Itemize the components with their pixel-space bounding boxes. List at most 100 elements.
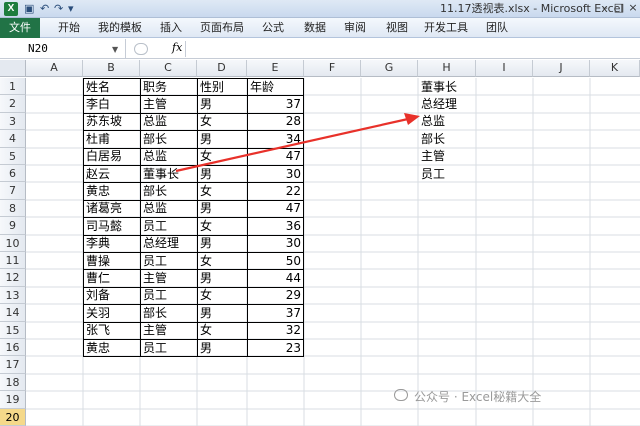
table-cell[interactable]: 37 bbox=[247, 304, 304, 322]
column-header-b[interactable]: B bbox=[83, 60, 140, 77]
column-header-h[interactable]: H bbox=[418, 60, 476, 77]
table-cell[interactable]: 30 bbox=[247, 234, 304, 252]
table-cell[interactable]: 男 bbox=[197, 130, 247, 148]
table-cell[interactable]: 关羽 bbox=[83, 304, 140, 322]
table-cell[interactable]: 男 bbox=[197, 199, 247, 217]
table-cell[interactable]: 总监 bbox=[140, 147, 197, 165]
table-cell[interactable]: 黄忠 bbox=[83, 182, 140, 200]
table-cell[interactable]: 赵云 bbox=[83, 165, 140, 183]
column-header-j[interactable]: J bbox=[533, 60, 590, 77]
row-header-10[interactable]: 10 bbox=[0, 234, 26, 252]
table-header-cell[interactable]: 年龄 bbox=[247, 78, 304, 96]
chevron-down-icon[interactable]: ▼ bbox=[112, 45, 118, 54]
table-cell[interactable]: 女 bbox=[197, 217, 247, 235]
table-cell[interactable]: 总经理 bbox=[140, 234, 197, 252]
undo-icon[interactable]: ↶ bbox=[40, 2, 49, 16]
row-header-1[interactable]: 1 bbox=[0, 78, 26, 96]
row-header-17[interactable]: 17 bbox=[0, 356, 26, 374]
select-all-corner[interactable] bbox=[0, 60, 26, 77]
customize-quick-access-icon[interactable]: ▾ bbox=[68, 2, 74, 16]
table-cell[interactable]: 女 bbox=[197, 286, 247, 304]
tab-team[interactable]: 团队 bbox=[480, 18, 514, 38]
row-header-19[interactable]: 19 bbox=[0, 391, 26, 409]
tab-data[interactable]: 数据 bbox=[298, 18, 332, 38]
row-header-16[interactable]: 16 bbox=[0, 339, 26, 357]
table-cell[interactable]: 员工 bbox=[140, 217, 197, 235]
table-cell[interactable]: 主管 bbox=[140, 95, 197, 113]
tab-formulas[interactable]: 公式 bbox=[256, 18, 290, 38]
row-header-18[interactable]: 18 bbox=[0, 373, 26, 392]
row-header-7[interactable]: 7 bbox=[0, 182, 26, 200]
table-cell[interactable]: 曹仁 bbox=[83, 269, 140, 287]
table-cell[interactable]: 苏东坡 bbox=[83, 112, 140, 130]
table-cell[interactable]: 男 bbox=[197, 269, 247, 287]
position-list-cell[interactable]: 总监 bbox=[418, 112, 476, 130]
row-header-6[interactable]: 6 bbox=[0, 165, 26, 183]
row-header-15[interactable]: 15 bbox=[0, 321, 26, 339]
column-header-i[interactable]: I bbox=[476, 60, 533, 77]
table-cell[interactable]: 总监 bbox=[140, 199, 197, 217]
cancel-formula-icon[interactable] bbox=[134, 43, 148, 55]
position-list-cell[interactable]: 员工 bbox=[418, 165, 476, 183]
tab-insert[interactable]: 插入 bbox=[154, 18, 188, 38]
close-button[interactable]: × bbox=[626, 1, 640, 15]
column-header-k[interactable]: K bbox=[590, 60, 640, 77]
position-list-cell[interactable]: 董事长 bbox=[418, 78, 476, 96]
tab-home[interactable]: 开始 bbox=[52, 18, 86, 38]
column-header-a[interactable]: A bbox=[26, 60, 83, 77]
table-cell[interactable]: 黄忠 bbox=[83, 339, 140, 357]
row-header-9[interactable]: 9 bbox=[0, 217, 26, 235]
table-cell[interactable]: 主管 bbox=[140, 321, 197, 339]
position-list-cell[interactable]: 部长 bbox=[418, 130, 476, 148]
table-header-cell[interactable]: 性别 bbox=[197, 78, 247, 96]
table-cell[interactable]: 李典 bbox=[83, 234, 140, 252]
table-cell[interactable]: 董事长 bbox=[140, 165, 197, 183]
row-header-2[interactable]: 2 bbox=[0, 95, 26, 113]
table-cell[interactable]: 29 bbox=[247, 286, 304, 304]
minimize-button[interactable]: – bbox=[598, 1, 612, 15]
row-header-5[interactable]: 5 bbox=[0, 147, 26, 165]
table-cell[interactable]: 员工 bbox=[140, 339, 197, 357]
maximize-button[interactable]: □ bbox=[612, 1, 626, 15]
row-header-20[interactable]: 20 bbox=[0, 408, 26, 426]
tab-view[interactable]: 视图 bbox=[380, 18, 414, 38]
table-cell[interactable]: 刘备 bbox=[83, 286, 140, 304]
table-cell[interactable]: 司马懿 bbox=[83, 217, 140, 235]
table-cell[interactable]: 张飞 bbox=[83, 321, 140, 339]
tab-developer[interactable]: 开发工具 bbox=[420, 18, 472, 38]
table-cell[interactable]: 部长 bbox=[140, 182, 197, 200]
table-cell[interactable]: 男 bbox=[197, 339, 247, 357]
redo-icon[interactable]: ↷ bbox=[54, 2, 63, 16]
table-cell[interactable]: 男 bbox=[197, 304, 247, 322]
name-box[interactable]: N20 bbox=[0, 39, 126, 59]
table-cell[interactable]: 男 bbox=[197, 165, 247, 183]
table-cell[interactable]: 47 bbox=[247, 147, 304, 165]
excel-app-icon[interactable]: X bbox=[4, 2, 18, 16]
row-header-3[interactable]: 3 bbox=[0, 112, 26, 131]
table-cell[interactable]: 32 bbox=[247, 321, 304, 339]
table-cell[interactable]: 杜甫 bbox=[83, 130, 140, 148]
tab-my-templates[interactable]: 我的模板 bbox=[94, 18, 146, 38]
table-cell[interactable]: 女 bbox=[197, 321, 247, 339]
row-header-4[interactable]: 4 bbox=[0, 130, 26, 148]
row-header-13[interactable]: 13 bbox=[0, 286, 26, 305]
column-header-g[interactable]: G bbox=[361, 60, 418, 77]
tab-review[interactable]: 审阅 bbox=[338, 18, 372, 38]
table-cell[interactable]: 23 bbox=[247, 339, 304, 357]
tab-page-layout[interactable]: 页面布局 bbox=[196, 18, 248, 38]
row-header-11[interactable]: 11 bbox=[0, 252, 26, 270]
column-header-e[interactable]: E bbox=[247, 60, 304, 77]
table-cell[interactable]: 员工 bbox=[140, 286, 197, 304]
table-cell[interactable]: 曹操 bbox=[83, 252, 140, 270]
table-cell[interactable]: 22 bbox=[247, 182, 304, 200]
table-cell[interactable]: 男 bbox=[197, 95, 247, 113]
table-cell[interactable]: 诸葛亮 bbox=[83, 199, 140, 217]
column-header-c[interactable]: C bbox=[140, 60, 197, 77]
table-cell[interactable]: 男 bbox=[197, 234, 247, 252]
position-list-cell[interactable]: 总经理 bbox=[418, 95, 476, 113]
table-cell[interactable]: 37 bbox=[247, 95, 304, 113]
table-cell[interactable]: 女 bbox=[197, 147, 247, 165]
table-cell[interactable]: 44 bbox=[247, 269, 304, 287]
table-cell[interactable]: 主管 bbox=[140, 269, 197, 287]
table-cell[interactable]: 47 bbox=[247, 199, 304, 217]
